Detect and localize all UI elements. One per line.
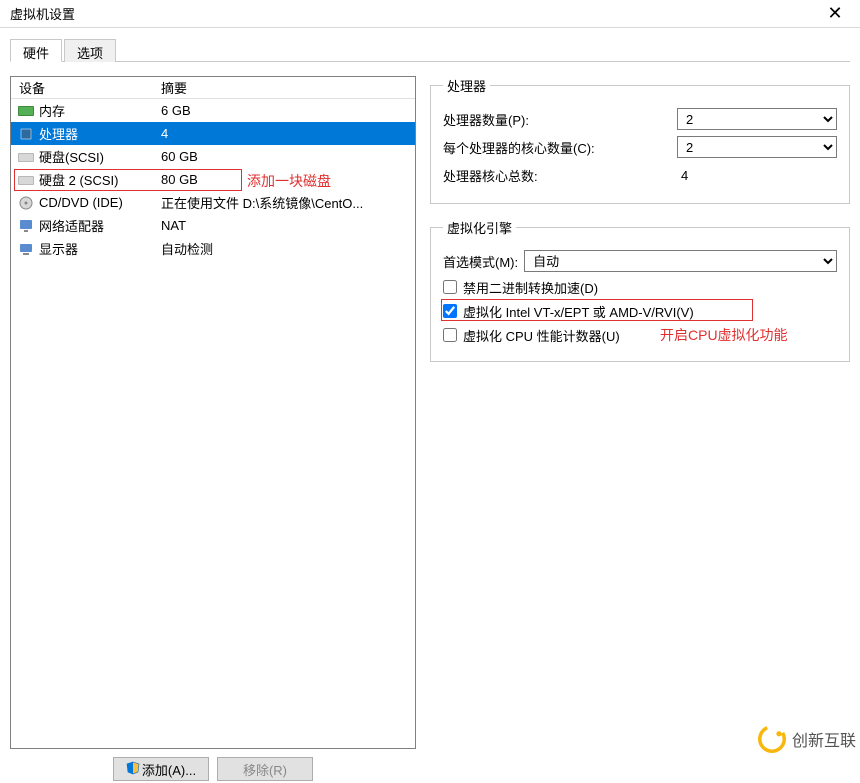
list-item[interactable]: 处理器 4 (11, 122, 415, 145)
header-summary: 摘要 (161, 78, 409, 97)
cd-icon (17, 195, 35, 211)
list-item[interactable]: 硬盘 2 (SCSI) 80 GB (11, 168, 415, 191)
label-disable-binary: 禁用二进制转换加速(D) (463, 278, 598, 297)
display-icon (17, 241, 35, 257)
close-icon: ✕ (827, 3, 842, 24)
checkbox-perf[interactable] (443, 328, 457, 342)
add-button[interactable]: 添加(A)... (113, 757, 209, 781)
tab-options[interactable]: 选项 (64, 39, 116, 62)
list-item[interactable]: 显示器 自动检测 (11, 237, 415, 260)
memory-icon (17, 103, 35, 119)
label-preferred-mode: 首选模式(M): (443, 252, 518, 271)
virtualization-group: 虚拟化引擎 首选模式(M): 自动 禁用二进制转换加速(D) 虚拟化 Intel… (430, 218, 850, 362)
checkbox-vtx[interactable] (443, 304, 457, 318)
watermark: 创新互联 (758, 725, 856, 753)
select-preferred-mode[interactable]: 自动 (524, 250, 837, 272)
label-perf: 虚拟化 CPU 性能计数器(U) (463, 326, 620, 345)
tab-hardware[interactable]: 硬件 (10, 39, 62, 62)
annotation-text: 开启CPU虚拟化功能 (660, 325, 788, 345)
shield-icon (126, 761, 140, 778)
network-icon (17, 218, 35, 234)
select-cores-per[interactable]: 2 (677, 136, 837, 158)
remove-button[interactable]: 移除(R) (217, 757, 313, 781)
list-item[interactable]: CD/DVD (IDE) 正在使用文件 D:\系统镜像\CentO... (11, 191, 415, 214)
processor-icon (17, 126, 35, 142)
header-device: 设备 (17, 78, 161, 97)
label-proc-count: 处理器数量(P): (443, 110, 667, 129)
window-title: 虚拟机设置 (10, 4, 75, 23)
watermark-logo-icon (758, 725, 786, 753)
tabs: 硬件 选项 (10, 38, 850, 62)
list-header: 设备 摘要 (11, 77, 415, 99)
group-legend: 虚拟化引擎 (443, 218, 516, 237)
label-vtx: 虚拟化 Intel VT-x/EPT 或 AMD-V/RVI(V) (463, 302, 694, 321)
value-total-cores: 4 (677, 168, 837, 183)
title-bar: 虚拟机设置 ✕ (0, 0, 860, 28)
list-item[interactable]: 网络适配器 NAT (11, 214, 415, 237)
disk-icon (17, 172, 35, 188)
label-total-cores: 处理器核心总数: (443, 166, 667, 185)
device-list[interactable]: 设备 摘要 内存 6 GB 处理器 4 (10, 76, 416, 749)
processor-group: 处理器 处理器数量(P): 2 每个处理器的核心数量(C): 2 (430, 76, 850, 204)
list-item[interactable]: 内存 6 GB (11, 99, 415, 122)
group-legend: 处理器 (443, 76, 490, 95)
label-cores-per: 每个处理器的核心数量(C): (443, 138, 667, 157)
close-button[interactable]: ✕ (814, 0, 856, 27)
checkbox-disable-binary[interactable] (443, 280, 457, 294)
select-proc-count[interactable]: 2 (677, 108, 837, 130)
list-item[interactable]: 硬盘(SCSI) 60 GB (11, 145, 415, 168)
disk-icon (17, 149, 35, 165)
